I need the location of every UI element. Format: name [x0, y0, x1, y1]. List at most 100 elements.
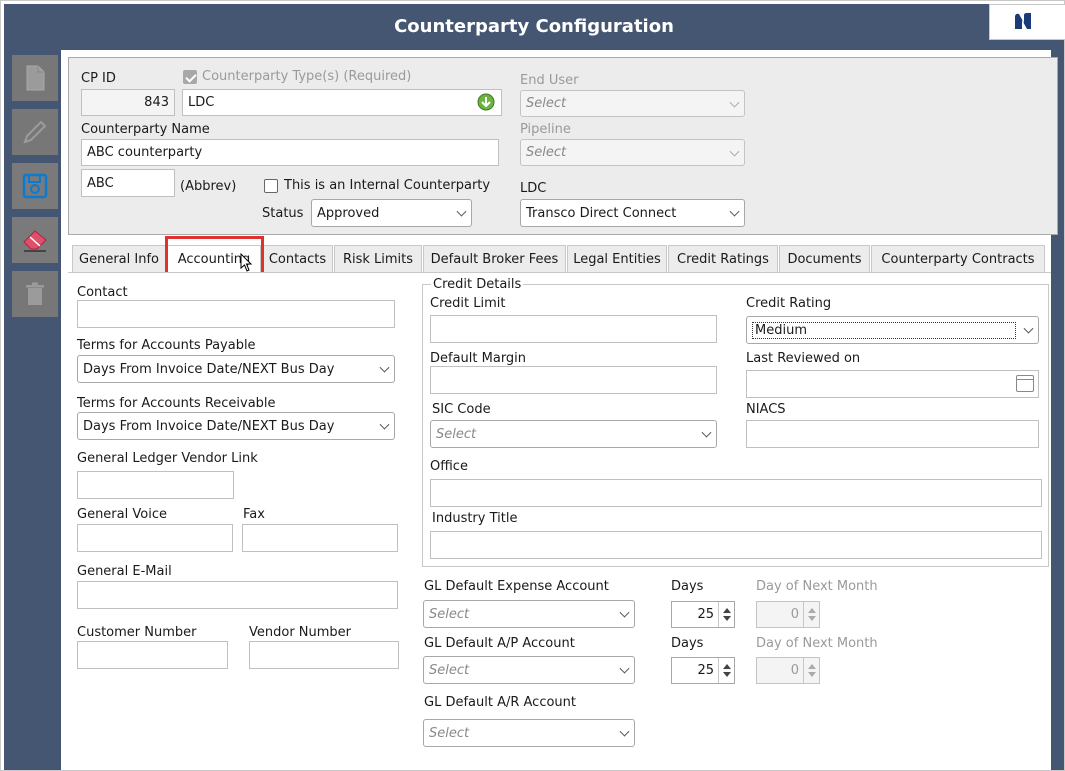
- cp-name-label: Counterparty Name: [81, 122, 210, 137]
- tab-credit-ratings[interactable]: Credit Ratings: [668, 245, 778, 272]
- tab-general-info[interactable]: General Info: [72, 245, 166, 272]
- chevron-down-icon: [701, 427, 712, 438]
- ldc-label: LDC: [520, 181, 547, 196]
- cp-name-field[interactable]: ABC counterparty: [81, 139, 499, 166]
- status-label: Status: [262, 206, 304, 221]
- gl-ar-select[interactable]: Select: [423, 719, 635, 747]
- calendar-icon[interactable]: [1016, 375, 1034, 392]
- chevron-down-icon: [619, 607, 630, 618]
- gl-expense-select[interactable]: Select: [423, 600, 635, 628]
- save-button[interactable]: [12, 163, 58, 209]
- last-reviewed-field[interactable]: [746, 370, 1039, 398]
- spin-down-icon[interactable]: [723, 616, 731, 621]
- chevron-down-icon: [619, 663, 630, 674]
- logo: [989, 4, 1065, 40]
- end-user-select[interactable]: Select: [520, 90, 745, 117]
- spin-down-icon[interactable]: [808, 616, 816, 621]
- gl-ap-value: Select: [429, 662, 470, 678]
- spin-up-icon[interactable]: [808, 664, 816, 669]
- end-user-label: End User: [520, 73, 579, 88]
- tab-contacts[interactable]: Contacts: [262, 245, 333, 272]
- credit-rating-label: Credit Rating: [746, 296, 832, 311]
- days-value-2: 25: [697, 663, 714, 678]
- credit-rating-value: Medium: [752, 321, 1016, 339]
- tab-risk-limits[interactable]: Risk Limits: [334, 245, 422, 272]
- spin-up-icon[interactable]: [808, 608, 816, 613]
- delete-button[interactable]: [12, 271, 58, 317]
- tab-counterparty-contracts[interactable]: Counterparty Contracts: [871, 245, 1045, 272]
- eraser-icon: [23, 230, 47, 252]
- spin-up-icon[interactable]: [723, 664, 731, 669]
- next-month-label-1: Day of Next Month: [756, 579, 878, 594]
- terms-ar-select[interactable]: Days From Invoice Date/NEXT Bus Day: [77, 412, 395, 440]
- tab-legal-entities[interactable]: Legal Entities: [567, 245, 667, 272]
- chevron-down-icon: [379, 362, 390, 373]
- window-title: Counterparty Configuration: [394, 16, 674, 37]
- sic-code-select[interactable]: Select: [430, 420, 717, 448]
- days-label-1: Days: [671, 579, 704, 594]
- industry-title-field[interactable]: [430, 531, 1042, 559]
- edit-pencil-icon: [23, 120, 47, 144]
- fax-label: Fax: [243, 507, 265, 522]
- cp-id-field[interactable]: 843: [81, 89, 175, 116]
- new-button[interactable]: [12, 55, 58, 101]
- days-spinner-1[interactable]: 25: [671, 601, 735, 628]
- credit-rating-select[interactable]: Medium: [746, 316, 1039, 344]
- pipeline-value: Select: [526, 145, 567, 160]
- terms-ar-label: Terms for Accounts Receivable: [77, 396, 276, 411]
- clear-button[interactable]: [12, 217, 58, 263]
- save-icon: [22, 173, 48, 199]
- vendor-number-label: Vendor Number: [249, 625, 352, 640]
- add-type-icon[interactable]: [476, 92, 496, 112]
- voice-field[interactable]: [77, 524, 233, 552]
- gl-expense-value: Select: [429, 606, 470, 622]
- email-field[interactable]: [77, 581, 398, 609]
- spin-down-icon[interactable]: [808, 672, 816, 677]
- default-margin-field[interactable]: [430, 366, 717, 394]
- customer-number-field[interactable]: [77, 641, 228, 669]
- cp-type-checkbox[interactable]: [183, 70, 197, 84]
- terms-ap-select[interactable]: Days From Invoice Date/NEXT Bus Day: [77, 355, 395, 383]
- app-window: Counterparty Configuration CP ID 843 Cou…: [0, 0, 1065, 771]
- ldc-value: Transco Direct Connect: [526, 205, 677, 221]
- chevron-down-icon: [619, 726, 630, 737]
- chevron-down-icon: [379, 419, 390, 430]
- credit-limit-field[interactable]: [430, 315, 717, 343]
- sic-code-value: Select: [436, 426, 477, 442]
- last-reviewed-label: Last Reviewed on: [746, 351, 861, 366]
- abbrev-field[interactable]: ABC: [81, 169, 175, 197]
- cp-type-field[interactable]: LDC: [182, 89, 502, 116]
- pipeline-select[interactable]: Select: [520, 139, 745, 166]
- abbrev-label: (Abbrev): [180, 179, 237, 194]
- gl-ap-select[interactable]: Select: [423, 656, 635, 684]
- ldc-select[interactable]: Transco Direct Connect: [520, 199, 745, 227]
- internal-checkbox[interactable]: [264, 179, 278, 193]
- fax-field[interactable]: [242, 524, 398, 552]
- trash-icon: [26, 282, 44, 305]
- cp-type-label: Counterparty Type(s) (Required): [202, 69, 412, 84]
- next-month-spinner-2[interactable]: 0: [756, 657, 820, 684]
- contact-label: Contact: [77, 285, 128, 300]
- office-field[interactable]: [430, 479, 1042, 507]
- status-select[interactable]: Approved: [311, 199, 472, 227]
- gl-ar-value: Select: [429, 725, 470, 741]
- gl-vendor-field[interactable]: [77, 471, 234, 499]
- sic-code-label: SIC Code: [432, 402, 491, 417]
- industry-title-label: Industry Title: [432, 511, 518, 526]
- niacs-field[interactable]: [746, 420, 1039, 448]
- internal-label: This is an Internal Counterparty: [284, 178, 491, 193]
- days-spinner-2[interactable]: 25: [671, 657, 735, 684]
- next-month-spinner-1[interactable]: 0: [756, 601, 820, 628]
- tab-default-broker-fees[interactable]: Default Broker Fees: [423, 245, 566, 272]
- spin-up-icon[interactable]: [723, 608, 731, 613]
- chevron-down-icon: [456, 206, 467, 217]
- cp-type-value: LDC: [188, 95, 215, 110]
- contact-field[interactable]: [77, 300, 395, 328]
- end-user-value: Select: [526, 96, 567, 111]
- edit-button[interactable]: [12, 109, 58, 155]
- spin-down-icon[interactable]: [723, 672, 731, 677]
- vendor-number-field[interactable]: [249, 641, 399, 669]
- next-month-value-2: 0: [790, 663, 799, 678]
- tab-documents[interactable]: Documents: [779, 245, 870, 272]
- terms-ap-label: Terms for Accounts Payable: [77, 338, 256, 353]
